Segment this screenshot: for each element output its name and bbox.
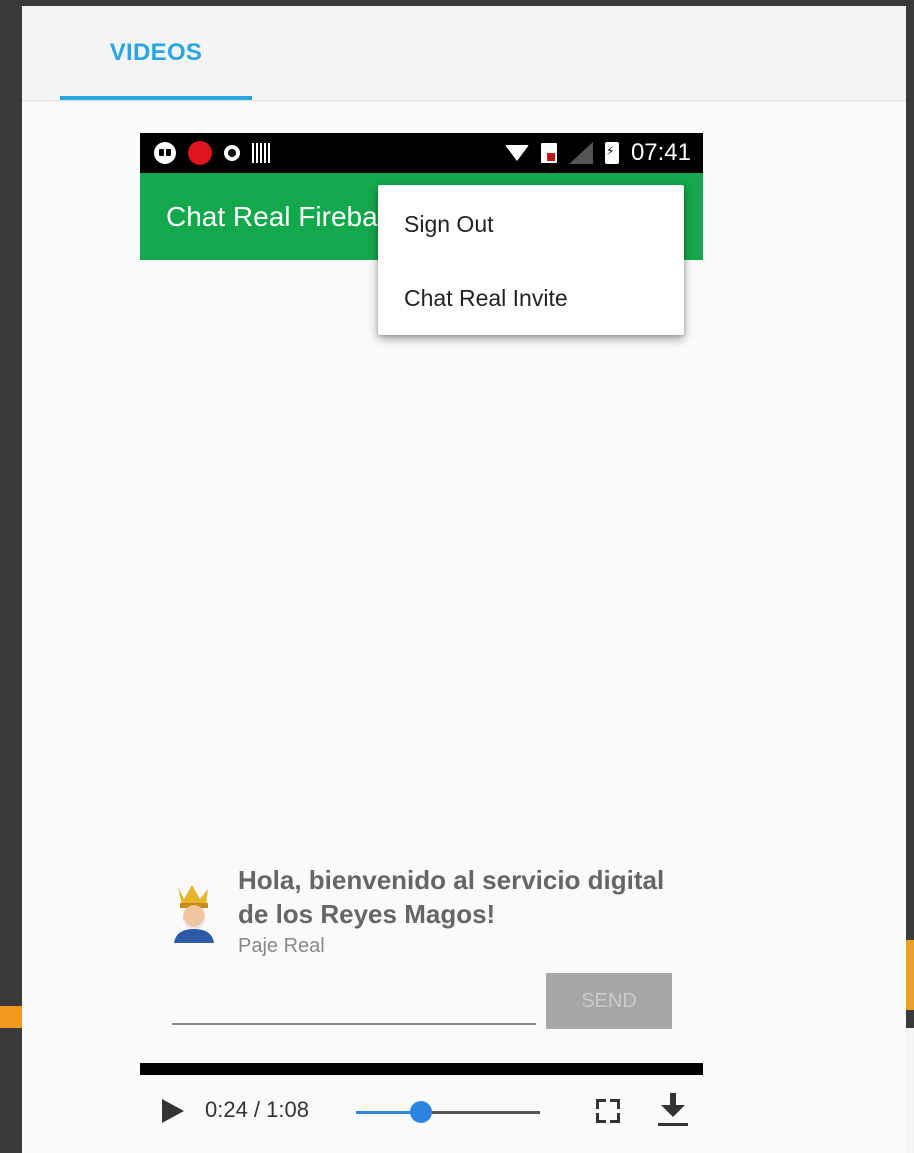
message-text: Hola, bienvenido al servicio digital de … bbox=[238, 865, 665, 929]
download-icon[interactable] bbox=[658, 1093, 688, 1127]
fullscreen-icon[interactable] bbox=[596, 1099, 620, 1123]
tab-indicator bbox=[60, 96, 252, 100]
hangouts-icon bbox=[154, 142, 176, 164]
send-button[interactable]: SEND bbox=[546, 973, 672, 1029]
sim-card-icon bbox=[540, 143, 557, 163]
video-player[interactable]: 07:41 Chat Real Firebase Sign Out Chat R… bbox=[140, 133, 703, 1153]
battery-charging-icon bbox=[604, 142, 619, 164]
seek-thumb[interactable] bbox=[409, 1101, 432, 1123]
barcode-icon bbox=[252, 143, 270, 163]
tab-videos[interactable]: VIDEOS bbox=[60, 6, 252, 100]
video-frame-bottom bbox=[140, 1063, 703, 1075]
status-time: 07:41 bbox=[630, 139, 691, 166]
menu-item-chat-real-invite[interactable]: Chat Real Invite bbox=[378, 261, 684, 335]
background-left bbox=[0, 0, 22, 1153]
video-controls: 0:24 / 1:08 bbox=[140, 1075, 703, 1153]
motorola-icon bbox=[224, 145, 240, 161]
wifi-icon bbox=[504, 145, 529, 161]
overflow-menu: Sign Out Chat Real Invite bbox=[378, 185, 684, 335]
cell-signal-icon bbox=[568, 142, 593, 164]
phone-status-bar: 07:41 bbox=[140, 133, 703, 173]
message-author: Paje Real bbox=[238, 935, 325, 957]
avatar bbox=[174, 885, 214, 943]
background-right bbox=[906, 0, 914, 1000]
app-title: Chat Real Firebase bbox=[166, 201, 406, 232]
tab-bar: VIDEOS bbox=[22, 6, 906, 101]
record-icon bbox=[188, 141, 212, 165]
menu-item-sign-out[interactable]: Sign Out bbox=[378, 187, 684, 261]
play-icon[interactable] bbox=[162, 1099, 184, 1123]
time-display: 0:24 / 1:08 bbox=[205, 1097, 309, 1122]
chat-message: Hola, bienvenido al servicio digital de … bbox=[170, 863, 690, 963]
video-panel: VIDEOS 07:41 Chat Real Firebase Sign Out bbox=[22, 6, 906, 1153]
message-input[interactable] bbox=[172, 1023, 536, 1025]
